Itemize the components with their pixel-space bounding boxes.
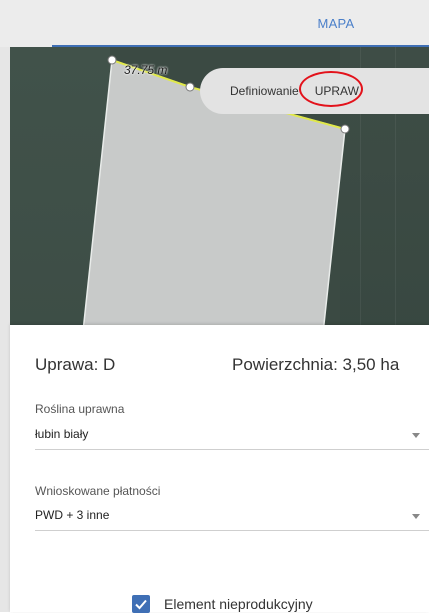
mode-indicator[interactable]: Definiowanie UPRAW xyxy=(200,68,429,114)
plant-underline xyxy=(35,449,429,450)
area-title: Powierzchnia: 3,50 ha xyxy=(232,355,400,374)
payments-select[interactable]: PWD + 3 inne xyxy=(10,501,429,531)
checkmark-icon xyxy=(135,599,147,610)
vertex-handle[interactable] xyxy=(185,82,195,92)
crop-title: Uprawa: D xyxy=(35,355,116,374)
highlight-ring xyxy=(298,71,363,107)
plant-label: Roślina uprawna xyxy=(35,402,125,416)
mode-label: Definiowanie xyxy=(230,84,299,98)
payments-dropdown-caret-icon xyxy=(412,514,420,519)
plant-dropdown-caret-icon xyxy=(412,433,420,438)
sheet-heading: Uprawa: D Powierzchnia: 3,50 ha xyxy=(35,355,429,379)
nonproductive-checkbox[interactable] xyxy=(132,595,150,613)
tab-map[interactable]: MAPA xyxy=(233,0,429,47)
plant-select[interactable]: łubin biały xyxy=(10,420,429,450)
mode-value: UPRAW xyxy=(298,71,367,107)
tab-map-label: MAPA xyxy=(317,16,355,31)
nonproductive-row[interactable]: Element nieprodukcyjny xyxy=(132,595,313,613)
edge-length-label: 37.75 m xyxy=(124,63,168,77)
payments-value: PWD + 3 inne xyxy=(35,508,110,522)
top-tab-bar: MAPA xyxy=(0,0,429,47)
nonproductive-label: Element nieprodukcyjny xyxy=(164,596,313,612)
vertex-handle[interactable] xyxy=(340,124,350,134)
crop-details-sheet: Uprawa: D Powierzchnia: 3,50 ha Roślina … xyxy=(10,325,429,613)
payments-underline xyxy=(35,530,429,531)
vertex-handle[interactable] xyxy=(107,55,117,65)
sheet-left-strip xyxy=(0,547,10,612)
payments-label: Wnioskowane płatności xyxy=(35,484,161,498)
plant-value: łubin biały xyxy=(35,427,89,441)
